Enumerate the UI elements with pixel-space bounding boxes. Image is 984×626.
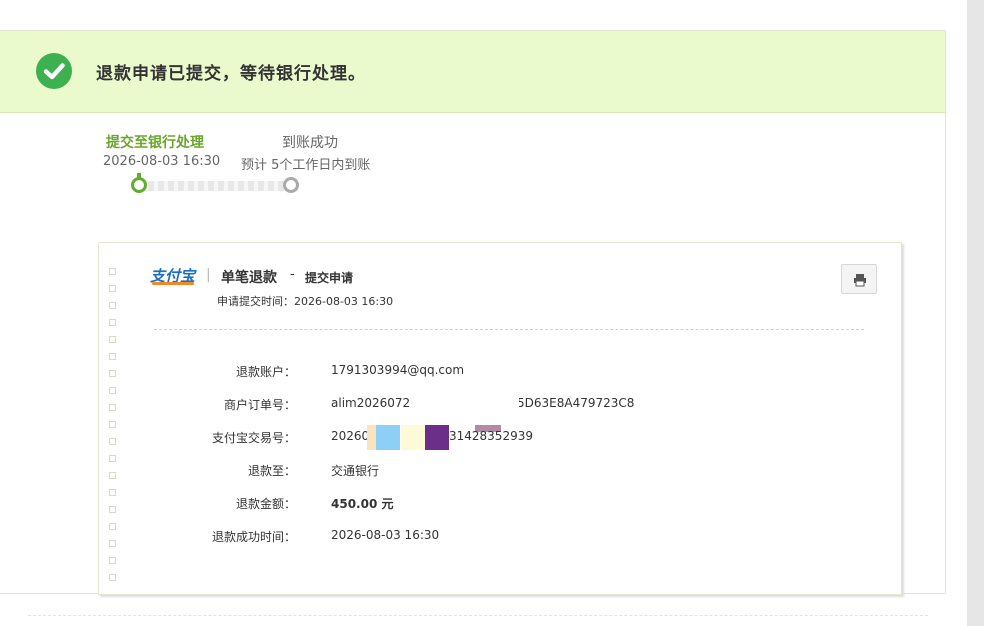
status-banner: 退款申请已提交，等待银行处理。 [0, 31, 945, 113]
field-value: 450.00 元 [331, 497, 394, 511]
field-value: 1791303994@qq.com [331, 363, 465, 377]
field-value: 交通银行 [331, 464, 380, 478]
receipt-subtitle: 提交申请 [305, 271, 354, 285]
progress-node-start [131, 177, 147, 193]
field-refund-amount: 退款金额： 450.00 元 [99, 495, 899, 513]
progress-bar [138, 181, 290, 191]
field-value-suffix: 31428352939 [449, 429, 533, 443]
field-alipay-trade-no: 支付宝交易号： 202607 31428352939 [99, 429, 899, 447]
receipt-divider [154, 329, 864, 330]
field-refund-success-time: 退款成功时间： 2026-08-03 16:30 [99, 528, 899, 546]
printer-icon [854, 274, 866, 287]
field-label: 退款至： [247, 464, 296, 478]
field-label: 商户订单号： [223, 398, 296, 412]
submit-time: 申请提交时间：2026-08-03 16:30 [217, 295, 394, 308]
title-dash: - [290, 267, 295, 282]
field-label: 退款成功时间： [211, 530, 296, 544]
redaction-mask [376, 425, 400, 450]
redaction-mask [401, 425, 425, 450]
title-separator: | [206, 267, 211, 283]
redaction-mask [425, 425, 449, 450]
success-check-icon [36, 53, 72, 89]
field-label: 退款金额： [235, 497, 296, 511]
field-refund-to: 退款至： 交通银行 [99, 462, 899, 480]
redaction-mask [419, 389, 519, 409]
scrollbar-track[interactable] [967, 0, 984, 626]
print-button[interactable] [841, 264, 877, 294]
step-submitted-label: 提交至银行处理 [106, 135, 204, 151]
refund-receipt: 支付宝 | 单笔退款 - 提交申请 申请提交时间：2026-08-03 16:3… [98, 242, 902, 595]
alipay-logo-swoosh [152, 282, 194, 285]
field-value-prefix: alim2026072 [331, 396, 411, 410]
step-arrived-estimate: 预计 5个工作日内到账 [241, 158, 371, 173]
field-value: 2026-08-03 16:30 [331, 528, 440, 542]
step-arrived-label: 到账成功 [282, 135, 338, 151]
receipt-perforation [109, 268, 117, 581]
field-refund-account: 退款账户： 1791303994@qq.com [99, 363, 899, 381]
status-message: 退款申请已提交，等待银行处理。 [96, 64, 366, 84]
field-label: 支付宝交易号： [211, 431, 296, 445]
progress-node-end [283, 177, 299, 193]
step-submitted-time: 2026-08-03 16:30 [103, 154, 221, 169]
receipt-title: 单笔退款 [221, 270, 277, 286]
field-value-suffix: 5D63E8A479723C8 [517, 396, 635, 410]
footer-divider [28, 615, 928, 616]
field-label: 退款账户： [235, 365, 296, 379]
